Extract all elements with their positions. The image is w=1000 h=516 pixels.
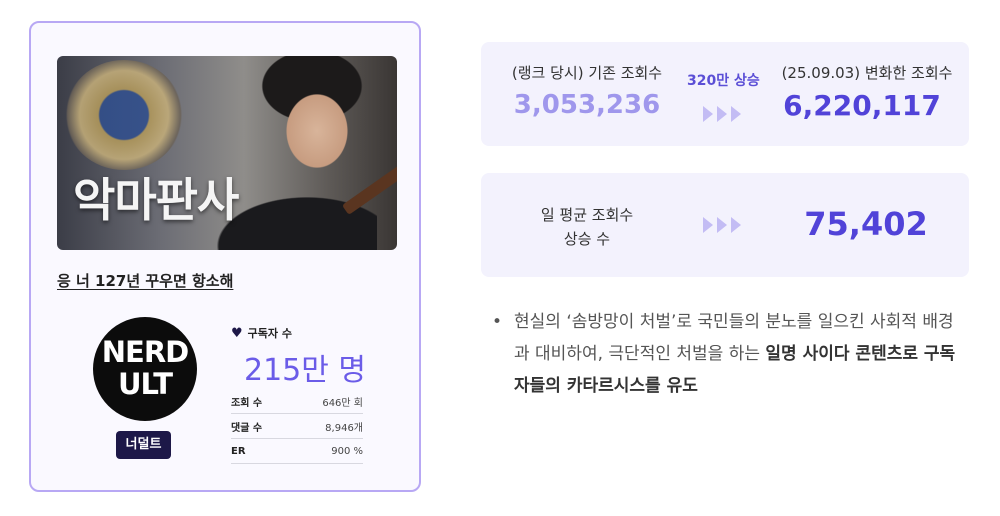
logo-text-line2: ULT	[117, 367, 173, 401]
arrow-group	[703, 106, 741, 122]
bullet-dot: •	[492, 312, 503, 332]
daily-average-value: 75,402	[804, 205, 928, 243]
channel-logo[interactable]: NERD ULT	[93, 317, 197, 421]
stat-row-er: ER 900 %	[231, 439, 363, 464]
daily-average-panel: 일 평균 조회수 상승 수 75,402	[481, 173, 969, 277]
heart-icon: ♥	[231, 325, 243, 341]
triangle-right-icon	[731, 217, 741, 233]
subscribers-count: 215만 명	[244, 353, 366, 388]
court-emblem-image	[65, 60, 183, 170]
stat-key: ER	[231, 445, 246, 457]
triangle-right-icon	[703, 217, 713, 233]
logo-text-line1: NERD	[101, 335, 189, 369]
stats-table: 조회 수 646만 회 댓글 수 8,946개 ER 900 %	[231, 389, 363, 464]
subscribers-label-row: ♥ 구독자 수	[231, 325, 292, 341]
stat-key: 조회 수	[231, 397, 263, 409]
stat-value: 646만 회	[322, 397, 363, 409]
subscribers-label: 구독자 수	[247, 327, 292, 340]
stat-row-views: 조회 수 646만 회	[231, 389, 363, 414]
triangle-right-icon	[731, 106, 741, 122]
stat-value: 900 %	[331, 445, 363, 457]
before-views-value: 3,053,236	[513, 90, 661, 120]
channel-name-badge[interactable]: 너덜트	[116, 431, 171, 459]
triangle-right-icon	[703, 106, 713, 122]
arrow-group	[703, 217, 741, 233]
triangle-right-icon	[717, 217, 727, 233]
daily-average-label-line1: 일 평균 조회수	[540, 206, 634, 224]
before-views-label: (랭크 당시) 기존 조회수	[511, 64, 663, 82]
increase-label: 320만 상승	[687, 73, 760, 89]
stat-value: 8,946개	[325, 422, 363, 434]
stat-row-comments: 댓글 수 8,946개	[231, 414, 363, 439]
video-thumbnail[interactable]: 악마판사	[57, 56, 397, 250]
bullet-body: 현실의 ‘솜방망이 처벌’로 국민들의 분노를 일으킨 사회적 배경과 대비하여…	[496, 306, 966, 402]
daily-average-label: 일 평균 조회수 상승 수	[517, 203, 657, 251]
channel-card: 악마판사 응 너 127년 꾸우면 항소해 NERD ULT 너덜트 ♥ 구독자…	[29, 21, 421, 492]
stat-key: 댓글 수	[231, 422, 263, 434]
description-bullet: • 현실의 ‘솜방망이 처벌’로 국민들의 분노를 일으킨 사회적 배경과 대비…	[492, 306, 966, 402]
after-views-label: (25.09.03) 변화한 조회수	[781, 64, 953, 82]
video-title-link[interactable]: 응 너 127년 꾸우면 항소해	[57, 270, 233, 291]
daily-average-label-line2: 상승 수	[563, 230, 611, 248]
views-comparison-panel: (랭크 당시) 기존 조회수 3,053,236 320만 상승 (25.09.…	[481, 42, 969, 146]
thumbnail-title: 악마판사	[73, 173, 239, 227]
triangle-right-icon	[717, 106, 727, 122]
after-views-value: 6,220,117	[783, 89, 941, 122]
